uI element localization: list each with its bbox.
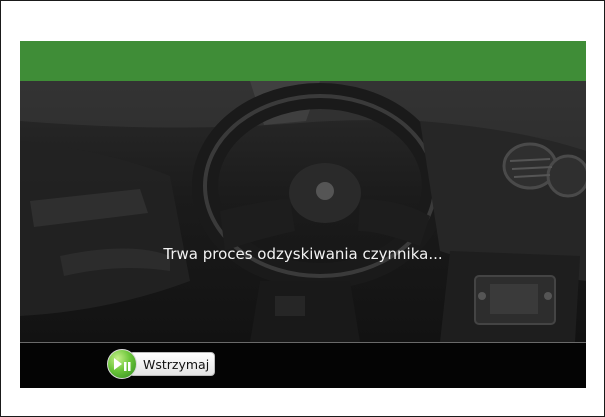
- pause-button[interactable]: Wstrzymaj: [107, 349, 216, 379]
- bottom-control-bar: Wstrzymaj: [20, 342, 586, 388]
- device-screen: Trwa proces odzyskiwania czynnika... Wst…: [20, 41, 586, 388]
- car-interior-background: Trwa proces odzyskiwania czynnika...: [20, 81, 586, 342]
- recovery-status-message: Trwa proces odzyskiwania czynnika...: [163, 245, 443, 263]
- window-frame: Trwa proces odzyskiwania czynnika... Wst…: [0, 0, 605, 417]
- car-interior-illustration: [20, 81, 586, 342]
- play-pause-icon: [107, 349, 137, 379]
- header-bar: [20, 41, 586, 81]
- pause-button-label: Wstrzymaj: [129, 352, 216, 376]
